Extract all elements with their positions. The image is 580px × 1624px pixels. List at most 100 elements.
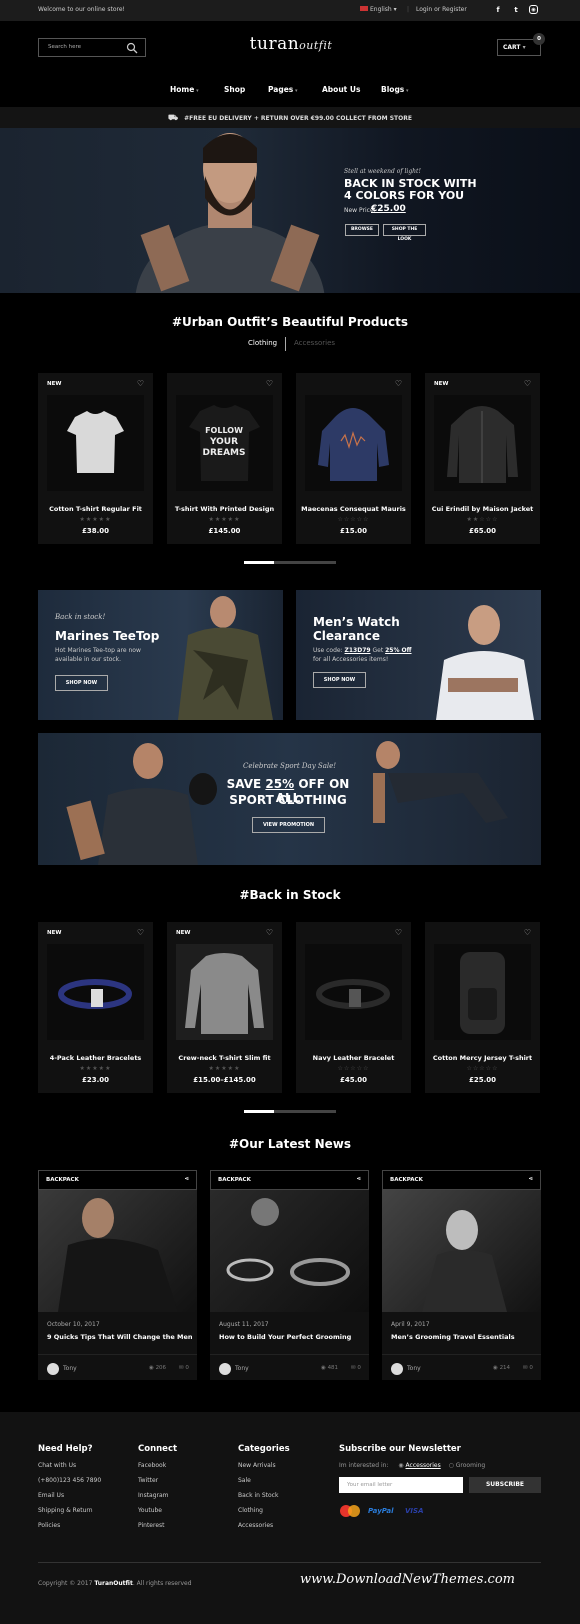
author-name[interactable]: Tony (235, 1365, 249, 1372)
footer-link[interactable]: Policies (38, 1522, 101, 1529)
news-image[interactable] (210, 1190, 369, 1312)
product-image[interactable] (47, 944, 144, 1040)
product-card[interactable]: ♡ Navy Leather Bracelet ☆☆☆☆☆ £45.00 (296, 922, 411, 1093)
product-name[interactable]: Navy Leather Bracelet (296, 1054, 411, 1062)
footer-link[interactable]: Youtube (138, 1507, 177, 1514)
footer-link[interactable]: Facebook (138, 1462, 177, 1469)
nav-shop[interactable]: Shop (224, 85, 245, 94)
footer-link[interactable]: Twitter (138, 1477, 177, 1484)
wishlist-heart-icon[interactable]: ♡ (395, 379, 402, 388)
wishlist-heart-icon[interactable]: ♡ (137, 379, 144, 388)
wishlist-heart-icon[interactable]: ♡ (524, 379, 531, 388)
radio-accessories[interactable]: ◉ Accessories (398, 1462, 440, 1469)
news-title[interactable]: How to Build Your Perfect Grooming (219, 1333, 351, 1341)
login-link[interactable]: Login or Register (416, 6, 467, 13)
wishlist-heart-icon[interactable]: ♡ (137, 928, 144, 937)
facebook-icon[interactable]: f (493, 5, 503, 15)
footer-link[interactable]: Sale (238, 1477, 290, 1484)
banner-title-2: Clearance (313, 629, 380, 643)
product-name[interactable]: Crew-neck T-shirt Slim fit (167, 1054, 282, 1062)
product-name[interactable]: 4-Pack Leather Bracelets (38, 1054, 153, 1062)
footer-link[interactable]: Email Us (38, 1492, 101, 1499)
product-name[interactable]: Cui Erindil by Maison Jacket (425, 505, 540, 513)
product-image[interactable] (47, 395, 144, 491)
tab-clothing[interactable]: Clothing (248, 339, 277, 347)
footer-link[interactable]: Accessories (238, 1522, 290, 1529)
footer-link[interactable]: Shipping & Return (38, 1507, 101, 1514)
language-selector[interactable]: English ▾ (360, 6, 397, 13)
author-name[interactable]: Tony (63, 1365, 77, 1372)
news-image[interactable] (38, 1190, 197, 1312)
news-tag[interactable]: BACKPACK ⋖ (38, 1170, 197, 1190)
product-card[interactable]: ♡ Maecenas Consequat Mauris ☆☆☆☆☆ £15.00 (296, 373, 411, 544)
shop-the-look-button[interactable]: SHOP THE LOOK (383, 224, 426, 242)
news-title[interactable]: Men’s Grooming Travel Essentials (391, 1333, 515, 1341)
carousel-pagination[interactable] (244, 561, 336, 564)
wishlist-heart-icon[interactable]: ♡ (524, 928, 531, 937)
browse-button[interactable]: BROWSE (345, 224, 379, 236)
product-card[interactable]: ♡ Cotton Mercy Jersey T-shirt ☆☆☆☆☆ £25.… (425, 922, 540, 1093)
logo[interactable]: turanoutfit (236, 34, 346, 58)
product-card[interactable]: ♡ FOLLOW YOUR DREAMS T-shirt With Printe… (167, 373, 282, 544)
subscribe-button[interactable]: SUBSCRIBE (469, 1477, 541, 1493)
share-icon[interactable]: ⋖ (184, 1176, 189, 1182)
search-icon[interactable] (126, 42, 138, 54)
banner-marines[interactable]: Back in stock! Marines TeeTop Hot Marine… (38, 590, 283, 720)
product-card[interactable]: NEW ♡ Cotton T-shirt Regular Fit ★★★★★ £… (38, 373, 153, 544)
news-image[interactable] (382, 1190, 541, 1312)
search-input[interactable]: Search here (48, 44, 81, 50)
news-card[interactable]: BACKPACK ⋖ October 10, 2017 9 Quicks Tips… (38, 1170, 197, 1380)
nav-home[interactable]: Home ▾ (170, 85, 199, 94)
product-image[interactable]: FOLLOW YOUR DREAMS (176, 395, 273, 491)
instagram-icon[interactable]: ◉ (529, 5, 538, 14)
wishlist-heart-icon[interactable]: ♡ (395, 928, 402, 937)
banner-watch[interactable]: Men’s Watch Clearance Use code: Z13D79 G… (296, 590, 541, 720)
radio-grooming[interactable]: ○ Grooming (449, 1462, 486, 1469)
tab-accessories[interactable]: Accessories (294, 339, 335, 347)
news-title[interactable]: 9 Quicks Tips That Will Change the Men (47, 1333, 193, 1341)
footer-link[interactable]: Instagram (138, 1492, 177, 1499)
product-image[interactable] (434, 944, 531, 1040)
product-name[interactable]: Maecenas Consequat Mauris (296, 505, 411, 513)
product-name[interactable]: Cotton T-shirt Regular Fit (38, 505, 153, 513)
wishlist-heart-icon[interactable]: ♡ (266, 928, 273, 937)
product-image[interactable] (305, 944, 402, 1040)
product-image[interactable] (176, 944, 273, 1040)
nav-about[interactable]: About Us (322, 85, 360, 94)
product-name[interactable]: Cotton Mercy Jersey T-shirt (425, 1054, 540, 1062)
cart-button[interactable]: CART ▾ 0 (497, 33, 545, 56)
email-input[interactable]: Your email letter (339, 1477, 463, 1493)
product-price: £145.00 (208, 527, 241, 535)
search-box[interactable]: Search here (38, 38, 146, 57)
news-tag[interactable]: BACKPACK ⋖ (382, 1170, 541, 1190)
product-name[interactable]: T-shirt With Printed Design (167, 505, 282, 513)
news-tag[interactable]: BACKPACK ⋖ (210, 1170, 369, 1190)
carousel-pagination[interactable] (244, 1110, 336, 1113)
news-card[interactable]: BACKPACK ⋖ August 11, 2017 How to Build Y… (210, 1170, 369, 1380)
share-icon[interactable]: ⋖ (356, 1176, 361, 1182)
footer-link[interactable]: Chat with Us (38, 1462, 101, 1469)
product-card[interactable]: NEW ♡ Cui Erindil by Maison Jacket ★★☆☆☆… (425, 373, 540, 544)
product-card[interactable]: NEW ♡ Crew-neck T-shirt Slim fit ★★★★★ £… (167, 922, 282, 1093)
nav-blogs[interactable]: Blogs ▾ (381, 85, 409, 94)
product-image[interactable] (434, 395, 531, 491)
footer-link[interactable]: (+800)123 456 7890 (38, 1477, 101, 1484)
banner-sport[interactable]: Celebrate Sport Day Sale! SAVE 25% OFF O… (38, 733, 541, 865)
wishlist-heart-icon[interactable]: ♡ (266, 379, 273, 388)
top-bar: Welcome to our online store! English ▾ |… (0, 0, 580, 21)
twitter-icon[interactable]: t (511, 5, 521, 15)
product-image[interactable] (305, 395, 402, 491)
footer-link[interactable]: Clothing (238, 1507, 290, 1514)
author-name[interactable]: Tony (407, 1365, 421, 1372)
share-icon[interactable]: ⋖ (528, 1176, 533, 1182)
product-card[interactable]: NEW ♡ 4-Pack Leather Bracelets ★★★★★ £23… (38, 922, 153, 1093)
nav-pages[interactable]: Pages ▾ (268, 85, 298, 94)
footer-link[interactable]: New Arrivals (238, 1462, 290, 1469)
shop-now-button[interactable]: SHOP NOW (313, 672, 366, 688)
shop-now-button[interactable]: SHOP NOW (55, 675, 108, 691)
footer-link[interactable]: Pinterest (138, 1522, 177, 1529)
footer-link[interactable]: Back in Stock (238, 1492, 290, 1499)
news-card[interactable]: BACKPACK ⋖ April 9, 2017 Men’s Grooming T… (382, 1170, 541, 1380)
view-promotion-button[interactable]: VIEW PROMOTION (252, 817, 325, 833)
rating-stars: ☆☆☆☆☆ (466, 1065, 499, 1072)
